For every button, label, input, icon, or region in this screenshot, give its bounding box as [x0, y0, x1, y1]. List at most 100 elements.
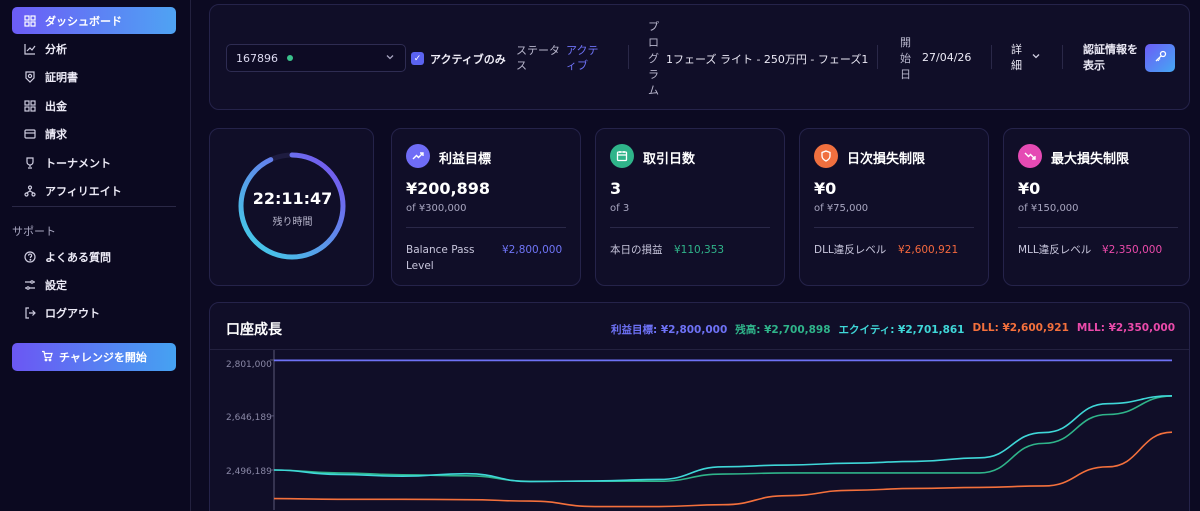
- divider: [877, 45, 878, 69]
- sidebar-item-label: アフィリエイト: [45, 184, 122, 198]
- countdown-ring: [238, 152, 346, 260]
- card-divider: [1018, 227, 1178, 228]
- badge-icon: [24, 70, 36, 83]
- card-title: 取引日数: [643, 152, 696, 167]
- status-value: アクティブ: [566, 44, 599, 72]
- logout-icon: [24, 306, 36, 319]
- help-icon: [24, 250, 36, 263]
- cart-icon: [41, 350, 53, 365]
- sidebar-item-analytics[interactable]: 分析: [12, 35, 176, 62]
- sidebar-item-tournaments[interactable]: トーナメント: [12, 149, 176, 176]
- status-dot: [287, 55, 293, 61]
- account-id: 167896: [236, 51, 278, 65]
- sidebar-item-dashboard[interactable]: ダッシュボード: [12, 7, 176, 34]
- card-detail-label: DLL違反レベル: [814, 244, 887, 256]
- line-chart: [270, 350, 1173, 510]
- shield-icon: [814, 144, 838, 168]
- card-title: 日次損失制限: [847, 152, 926, 167]
- card-detail-value: ¥2,800,000: [502, 244, 563, 256]
- card-title: 最大損失制限: [1051, 152, 1130, 167]
- chart-icon: [24, 43, 36, 55]
- card-detail-label: MLL違反レベル: [1018, 244, 1092, 256]
- calendar-icon: [610, 144, 634, 168]
- sidebar: ダッシュボード 分析 証明書 出金 請求 トーナメント アフィリエイト サポート…: [0, 0, 191, 511]
- start-date-label: 開始日: [900, 36, 911, 81]
- active-only-checkbox[interactable]: ✓: [411, 52, 424, 65]
- card-divider: [610, 227, 770, 228]
- legend-item-dll: DLL: ¥2,600,921: [972, 322, 1069, 334]
- legend-item-mll: MLL: ¥2,350,000: [1076, 322, 1175, 334]
- divider: [628, 45, 629, 69]
- show-credentials-button[interactable]: [1145, 44, 1175, 72]
- countdown-label: 残り時間: [272, 217, 313, 228]
- trend-down-icon: [1018, 144, 1042, 168]
- start-challenge-button[interactable]: チャレンジを開始: [12, 343, 176, 371]
- start-date-value: 27/04/26: [922, 51, 972, 64]
- chart-title: 口座成長: [226, 322, 282, 338]
- sidebar-item-faq[interactable]: よくある質問: [12, 243, 176, 270]
- card-subvalue: of 3: [610, 203, 630, 214]
- details-toggle[interactable]: 詳細: [1011, 42, 1025, 74]
- card-detail-value: ¥2,350,000: [1102, 244, 1163, 256]
- sidebar-item-label: 設定: [45, 278, 67, 292]
- active-only-label: アクティブのみ: [430, 53, 506, 66]
- sidebar-item-label: 請求: [45, 127, 67, 141]
- sidebar-item-affiliate[interactable]: アフィリエイト: [12, 177, 176, 204]
- sidebar-item-billing[interactable]: 請求: [12, 120, 176, 147]
- trophy-icon: [24, 156, 36, 169]
- card-subvalue: of ¥150,000: [1018, 203, 1079, 214]
- card-value: ¥0: [814, 179, 837, 198]
- sidebar-item-certificates[interactable]: 証明書: [12, 63, 176, 90]
- legend-item-balance: 残高: ¥2,700,898: [735, 324, 831, 336]
- account-select[interactable]: 167896: [226, 44, 406, 72]
- time-remaining-card: 22:11:47 残り時間: [209, 128, 374, 286]
- sidebar-item-label: 分析: [45, 42, 67, 56]
- grid-icon: [24, 14, 36, 27]
- card-value: ¥0: [1018, 179, 1041, 198]
- sidebar-item-settings[interactable]: 設定: [12, 271, 176, 298]
- trend-up-icon: [406, 144, 430, 168]
- legend-item-profit-target: 利益目標: ¥2,800,000: [610, 324, 728, 336]
- network-icon: [24, 184, 36, 197]
- sidebar-section-heading: サポート: [12, 225, 56, 238]
- card-divider: [814, 227, 974, 228]
- trading-days-card: 取引日数 3 of 3 本日の損益 ¥110,353: [595, 128, 785, 286]
- account-growth-chart-panel: 口座成長 利益目標: ¥2,800,000 残高: ¥2,700,898 エクイ…: [209, 302, 1190, 511]
- settings-icon: [24, 279, 36, 291]
- sidebar-item-label: ダッシュボード: [45, 14, 122, 28]
- program-value: 1フェーズ ライト - 250万円 - フェーズ1: [666, 53, 869, 66]
- profit-target-card: 利益目標 ¥200,898 of ¥300,000 Balance Pass L…: [391, 128, 581, 286]
- max-loss-limit-card: 最大損失制限 ¥0 of ¥150,000 MLL違反レベル ¥2,350,00…: [1003, 128, 1190, 286]
- account-filter-bar: 167896 ✓ アクティブのみ ステータス アクティブ プログラム 1フェーズ…: [209, 4, 1190, 110]
- card-detail-value: ¥110,353: [674, 244, 725, 256]
- divider: [991, 45, 992, 69]
- status-label: ステータス: [516, 44, 560, 72]
- check-icon: ✓: [413, 53, 422, 64]
- divider: [1062, 45, 1063, 69]
- daily-loss-limit-card: 日次損失制限 ¥0 of ¥75,000 DLL違反レベル ¥2,600,921: [799, 128, 989, 286]
- start-challenge-label: チャレンジを開始: [59, 351, 147, 364]
- sidebar-item-label: ログアウト: [45, 306, 100, 320]
- sidebar-item-label: 証明書: [45, 70, 78, 84]
- sidebar-item-logout[interactable]: ログアウト: [12, 299, 176, 326]
- grid-icon: [24, 99, 36, 112]
- card-icon: [24, 128, 36, 140]
- key-icon: [1154, 50, 1167, 66]
- sidebar-item-label: 出金: [45, 99, 67, 113]
- program-label: プログラム: [648, 20, 659, 97]
- card-subvalue: of ¥300,000: [406, 203, 467, 214]
- countdown-value: 22:11:47: [252, 189, 333, 208]
- legend-item-equity: エクイティ: ¥2,701,861: [838, 324, 965, 336]
- chevron-down-icon[interactable]: [1031, 51, 1041, 64]
- sidebar-item-withdrawal[interactable]: 出金: [12, 92, 176, 119]
- equity-line: [273, 394, 1173, 483]
- card-value: 3: [610, 179, 622, 198]
- sidebar-item-label: よくある質問: [45, 250, 111, 264]
- card-title: 利益目標: [439, 152, 492, 167]
- card-value: ¥200,898: [406, 179, 491, 198]
- card-detail-label: 本日の損益: [610, 244, 663, 256]
- card-detail-value: ¥2,600,921: [898, 244, 959, 256]
- chart-legend: 利益目標: ¥2,800,000 残高: ¥2,700,898 エクイティ: ¥…: [611, 322, 1175, 337]
- chevron-down-icon: [385, 52, 395, 65]
- card-divider: [406, 227, 566, 228]
